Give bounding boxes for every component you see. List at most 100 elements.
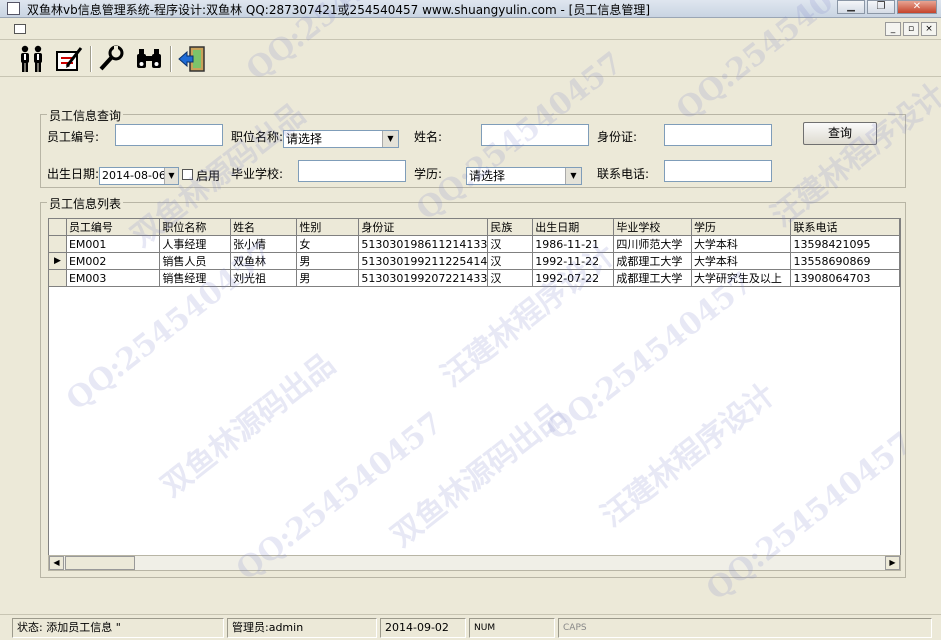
table-cell[interactable]: 双鱼林 [230, 252, 298, 270]
column-header[interactable]: 联系电话 [790, 219, 900, 236]
mdi-child-bar: _ ▫ × [0, 18, 941, 40]
horizontal-scrollbar[interactable]: ◀ ▶ [48, 555, 901, 571]
birth-date-picker[interactable]: 2014-08-06 ▼ [99, 167, 179, 185]
birth-date-label: 出生日期: [47, 167, 100, 181]
row-selector[interactable] [49, 269, 67, 287]
column-header[interactable]: 学历 [691, 219, 792, 236]
table-cell[interactable]: EM001 [66, 235, 161, 253]
table-cell[interactable]: 513030198611214133 [358, 235, 489, 253]
table-cell[interactable]: 刘光祖 [230, 269, 298, 287]
window-title: 双鱼林vb信息管理系统-程序设计:双鱼林 QQ:287307421或254540… [27, 3, 651, 17]
table-cell[interactable]: 男 [296, 269, 360, 287]
table-row[interactable]: ▶ EM002 销售人员 双鱼林 男 513030199211225414 汉 … [49, 252, 900, 270]
column-header[interactable]: 姓名 [230, 219, 298, 236]
table-row[interactable]: EM001 人事经理 张小倩 女 513030198611214133 汉 19… [49, 235, 900, 253]
row-selector[interactable] [49, 235, 67, 253]
edit-document-icon[interactable] [52, 44, 86, 74]
binoculars-icon[interactable] [132, 44, 166, 74]
scroll-thumb[interactable] [65, 556, 135, 570]
status-caps: CAPS [558, 618, 932, 638]
column-header[interactable]: 身份证 [358, 219, 489, 236]
table-cell[interactable]: 成都理工大学 [613, 269, 692, 287]
chevron-down-icon[interactable]: ▼ [382, 131, 398, 147]
status-message: 状态: 添加员工信息 " [12, 618, 224, 638]
employee-grid[interactable]: 员工编号 职位名称 姓名 性别 身份证 民族 出生日期 毕业学校 学历 联系电话… [48, 218, 901, 571]
table-cell[interactable]: 四川师范大学 [613, 235, 692, 253]
birth-date-value: 2014-08-06 [102, 169, 166, 182]
education-label: 学历: [414, 167, 443, 181]
table-cell[interactable]: 销售人员 [159, 252, 232, 270]
table-cell[interactable]: 513030199207221433 [358, 269, 489, 287]
query-group: 员工信息查询 员工编号: 职位名称: 请选择 ▼ 姓名: 身份证: 查询 出生日… [40, 107, 906, 188]
window-controls: ▁ ❐ ✕ [835, 0, 937, 14]
table-cell[interactable]: 成都理工大学 [613, 252, 692, 270]
school-input[interactable] [298, 160, 406, 182]
id-card-input[interactable] [664, 124, 772, 146]
position-select[interactable]: 请选择 ▼ [283, 130, 399, 148]
query-button[interactable]: 查询 [803, 122, 877, 145]
scroll-right-icon[interactable]: ▶ [885, 556, 900, 570]
document-icon [14, 24, 26, 34]
minimize-button[interactable]: ▁ [837, 0, 865, 14]
mdi-minimize-button[interactable]: _ [885, 22, 901, 36]
column-header[interactable]: 出生日期 [532, 219, 615, 236]
table-cell[interactable]: 销售经理 [159, 269, 232, 287]
table-cell[interactable]: 大学研究生及以上 [691, 269, 792, 287]
education-select[interactable]: 请选择 ▼ [466, 167, 582, 185]
chevron-down-icon[interactable]: ▼ [565, 168, 581, 184]
restore-button[interactable]: ❐ [867, 0, 895, 14]
column-header[interactable]: 职位名称 [159, 219, 232, 236]
table-cell[interactable]: 人事经理 [159, 235, 232, 253]
table-cell[interactable]: EM002 [66, 252, 161, 270]
table-cell[interactable]: 13558690869 [790, 252, 900, 270]
people-icon[interactable] [15, 44, 49, 74]
status-date: 2014-09-02 [380, 618, 466, 638]
table-cell[interactable]: 大学本科 [691, 235, 792, 253]
column-header[interactable]: 员工编号 [66, 219, 161, 236]
toolbar-separator [90, 46, 92, 72]
enable-label: 启用 [196, 169, 221, 183]
toolbar [0, 41, 941, 77]
column-header[interactable]: 毕业学校 [613, 219, 692, 236]
enable-checkbox[interactable] [182, 169, 193, 180]
name-label: 姓名: [414, 130, 443, 144]
mdi-restore-button[interactable]: ▫ [903, 22, 919, 36]
table-cell[interactable]: 汉 [487, 269, 534, 287]
table-cell[interactable]: 张小倩 [230, 235, 298, 253]
table-cell[interactable]: 1992-11-22 [532, 252, 615, 270]
table-cell[interactable]: 汉 [487, 235, 534, 253]
status-num: NUM [469, 618, 555, 638]
phone-input[interactable] [664, 160, 772, 182]
position-label: 职位名称: [231, 130, 284, 144]
toolbar-separator [170, 46, 172, 72]
table-cell[interactable]: 1986-11-21 [532, 235, 615, 253]
table-cell[interactable]: 汉 [487, 252, 534, 270]
column-header[interactable]: 民族 [487, 219, 534, 236]
close-button[interactable]: ✕ [897, 0, 937, 14]
table-cell[interactable]: 大学本科 [691, 252, 792, 270]
table-cell[interactable]: 513030199211225414 [358, 252, 489, 270]
mdi-close-button[interactable]: × [921, 22, 937, 36]
status-admin: 管理员:admin [227, 618, 377, 638]
chevron-down-icon[interactable]: ▼ [164, 168, 178, 184]
table-cell[interactable]: 1992-07-22 [532, 269, 615, 287]
table-cell[interactable]: 女 [296, 235, 360, 253]
table-row[interactable]: EM003 销售经理 刘光祖 男 513030199207221433 汉 19… [49, 269, 900, 287]
table-cell[interactable]: EM003 [66, 269, 161, 287]
wrench-icon[interactable] [95, 44, 129, 74]
employee-no-input[interactable] [115, 124, 223, 146]
table-cell[interactable]: 男 [296, 252, 360, 270]
school-label: 毕业学校: [231, 167, 284, 181]
name-input[interactable] [481, 124, 589, 146]
list-group-label: 员工信息列表 [47, 195, 124, 212]
column-header[interactable]: 性别 [296, 219, 360, 236]
table-cell[interactable]: 13598421095 [790, 235, 900, 253]
scroll-left-icon[interactable]: ◀ [49, 556, 64, 570]
position-select-value: 请选择 [286, 132, 323, 146]
mdi-controls: _ ▫ × [883, 22, 937, 36]
id-card-label: 身份证: [597, 130, 638, 144]
exit-door-icon[interactable] [175, 44, 209, 74]
table-cell[interactable]: 13908064703 [790, 269, 900, 287]
current-row-arrow-icon[interactable]: ▶ [49, 252, 67, 270]
employee-no-label: 员工编号: [47, 130, 100, 144]
